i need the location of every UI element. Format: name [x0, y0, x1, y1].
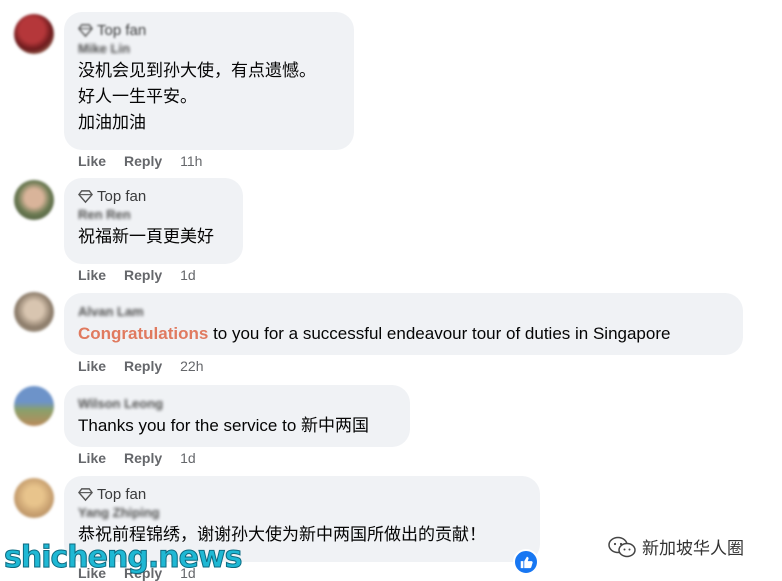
comment-bubble: Top fan Ren Ren 祝福新一頁更美好	[64, 178, 243, 264]
comment-text-rest: to you for a successful endeavour tour o…	[208, 324, 671, 343]
diamond-icon	[78, 487, 93, 501]
comment-actions: Like Reply 1d	[78, 450, 214, 466]
reply-link[interactable]: Reply	[124, 267, 162, 283]
reply-link[interactable]: Reply	[124, 153, 162, 169]
avatar[interactable]	[14, 478, 54, 518]
wechat-icon	[608, 536, 636, 557]
diamond-icon	[78, 23, 93, 37]
site-watermark: shicheng.news	[4, 540, 243, 576]
comment-bubble: Top fan Mike Lin 没机会见到孙大使，有点遗憾。 好人一生平安。 …	[64, 12, 354, 150]
like-link[interactable]: Like	[78, 358, 106, 374]
account-name: 新加坡华人圈	[642, 539, 744, 558]
comment-text: 祝福新一頁更美好	[78, 227, 214, 246]
diamond-icon	[78, 189, 93, 203]
reply-link[interactable]: Reply	[124, 450, 162, 466]
timestamp[interactable]: 1d	[180, 267, 196, 283]
account-watermark: 新加坡华人圈	[608, 534, 744, 559]
avatar[interactable]	[14, 292, 54, 332]
timestamp[interactable]: 1d	[180, 450, 196, 466]
like-link[interactable]: Like	[78, 267, 106, 283]
comment-author[interactable]: Ren Ren	[78, 206, 229, 224]
reply-link[interactable]: Reply	[124, 358, 162, 374]
top-fan-badge: Top fan	[78, 20, 340, 40]
thumbs-up-icon	[520, 556, 533, 569]
comment-author[interactable]: Alvan Lam	[78, 303, 729, 321]
top-fan-badge: Top fan	[78, 186, 229, 206]
thumbs-up-reaction[interactable]	[513, 549, 539, 575]
avatar[interactable]	[14, 14, 54, 54]
avatar[interactable]	[14, 180, 54, 220]
comment-text: 没机会见到孙大使，有点遗憾。 好人一生平安。 加油加油	[78, 61, 316, 132]
comment-actions: Like Reply 1d	[78, 267, 214, 283]
top-fan-label: Top fan	[97, 485, 147, 503]
like-link[interactable]: Like	[78, 153, 106, 169]
timestamp[interactable]: 22h	[180, 358, 203, 374]
comment-actions: Like Reply 22h	[78, 358, 222, 374]
timestamp[interactable]: 11h	[180, 153, 202, 169]
highlighted-word[interactable]: Congratulations	[78, 324, 208, 343]
top-fan-label: Top fan	[97, 187, 147, 205]
comment-author[interactable]: Yang Zhiping	[78, 504, 526, 522]
avatar[interactable]	[14, 386, 54, 426]
like-link[interactable]: Like	[78, 450, 106, 466]
top-fan-label: Top fan	[97, 21, 147, 39]
comment-author[interactable]: Wilson Leong	[78, 395, 396, 413]
comment-actions: Like Reply 11h	[78, 153, 220, 169]
comment-bubble: Alvan Lam Congratulations to you for a s…	[64, 293, 743, 355]
comment-author[interactable]: Mike Lin	[78, 40, 340, 58]
comment-text: Congratulations to you for a successful …	[78, 321, 729, 347]
top-fan-badge: Top fan	[78, 484, 526, 504]
comment-text: Thanks you for the service to 新中两国	[78, 416, 369, 435]
comment-bubble: Wilson Leong Thanks you for the service …	[64, 385, 410, 447]
